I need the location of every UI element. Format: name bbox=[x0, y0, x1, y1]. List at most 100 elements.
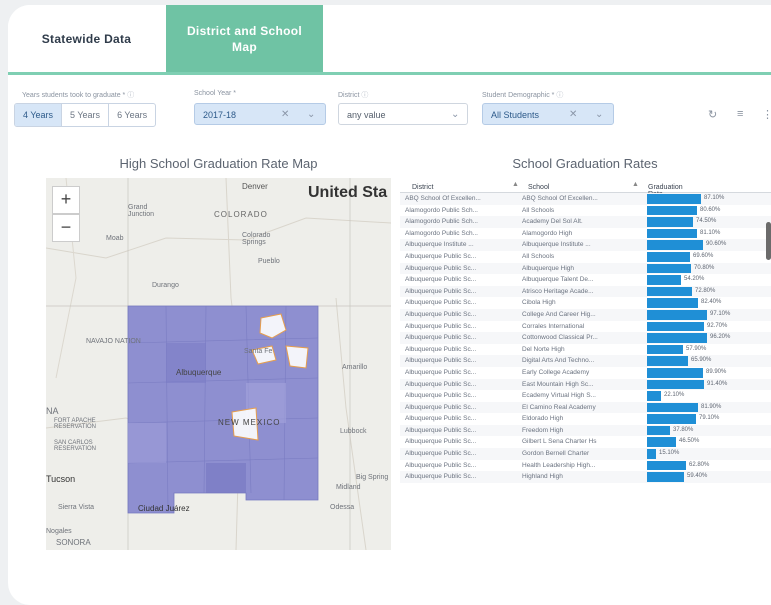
years-option-5[interactable]: 5 Years bbox=[62, 104, 110, 126]
table-row[interactable]: Albuquerque Public Sc... All Schools 69.60… bbox=[400, 251, 771, 263]
table-row[interactable]: Alamogordo Public Sch... All Schools 80.60… bbox=[400, 205, 771, 217]
map-label-tucson: Tucson bbox=[46, 474, 76, 484]
rate-label: 96.20% bbox=[710, 334, 731, 341]
table-row[interactable]: Albuquerque Public Sc... Eldorado High 79.… bbox=[400, 413, 771, 425]
rate-label: 59.40% bbox=[687, 473, 708, 480]
map-label-pueblo: Pueblo bbox=[258, 258, 280, 265]
map-label-albuquerque: Albuquerque bbox=[176, 368, 222, 377]
demographic-select[interactable]: All Students ✕ ⌄ bbox=[482, 103, 614, 125]
cell-district: Albuquerque Public Sc... bbox=[405, 473, 477, 481]
more-icon[interactable]: ⋮ bbox=[762, 108, 771, 121]
rate-label: 81.90% bbox=[701, 403, 722, 410]
tab-statewide-data[interactable]: Statewide Data bbox=[8, 5, 165, 72]
table-title: School Graduation Rates bbox=[512, 156, 658, 171]
zoom-in-button[interactable]: + bbox=[52, 186, 80, 214]
clear-icon[interactable]: ✕ bbox=[281, 104, 289, 126]
map-label-lubbock: Lubbock bbox=[340, 428, 367, 435]
years-option-6[interactable]: 6 Years bbox=[109, 104, 155, 126]
cell-district: ABQ School Of Excellen... bbox=[405, 195, 481, 202]
map-label-denver: Denver bbox=[242, 182, 268, 191]
table-row[interactable]: Albuquerque Public Sc... Del Norte High 57… bbox=[400, 344, 771, 356]
table-row[interactable]: Albuquerque Public Sc... Cottonwood Class… bbox=[400, 332, 771, 344]
table-row[interactable]: Albuquerque Public Sc... Ecademy Virtual … bbox=[400, 390, 771, 402]
rate-label: 81.10% bbox=[700, 229, 721, 236]
rate-bar bbox=[647, 251, 690, 262]
cell-school: All Schools bbox=[522, 252, 555, 260]
rate-label: 22.10% bbox=[664, 392, 685, 399]
table-row[interactable]: Albuquerque Public Sc... El Camino Real A… bbox=[400, 401, 771, 414]
scrollbar[interactable] bbox=[766, 222, 771, 260]
table-row[interactable]: Albuquerque Public Sc... Atrisco Heritage… bbox=[400, 285, 771, 298]
table-row[interactable]: Albuquerque Public Sc... Freedom High 37.8… bbox=[400, 424, 771, 437]
school-year-select[interactable]: 2017-18 ✕ ⌄ bbox=[194, 103, 326, 125]
zoom-out-button[interactable]: − bbox=[52, 214, 80, 242]
cell-school: East Mountain High Sc... bbox=[522, 380, 594, 388]
rate-label: 91.40% bbox=[707, 380, 728, 387]
rate-label: 79.10% bbox=[699, 415, 720, 422]
years-option-4[interactable]: 4 Years bbox=[15, 104, 63, 126]
cell-district: Albuquerque Public Sc... bbox=[405, 276, 477, 284]
table-header: District ▲ School ▲ Graduation Rate bbox=[400, 178, 771, 198]
cell-district: Albuquerque Public Sc... bbox=[405, 415, 477, 423]
tab-district-school-map[interactable]: District and School Map bbox=[166, 5, 323, 72]
cell-school: All Schools bbox=[522, 206, 555, 214]
map-label-big-spring: Big Spring bbox=[356, 474, 389, 481]
district-select[interactable]: any value ⌄ bbox=[338, 103, 468, 125]
cell-school: Freedom High bbox=[522, 426, 564, 434]
table-row[interactable]: Albuquerque Public Sc... Albuquerque Tale… bbox=[400, 274, 771, 286]
table-row[interactable]: Albuquerque Public Sc... Early College Ac… bbox=[400, 367, 771, 379]
cell-district: Alamogordo Public Sch... bbox=[405, 218, 478, 226]
table-row[interactable]: Alamogordo Public Sch... Alamogordo High 8… bbox=[400, 228, 771, 240]
tab-bar: Statewide Data District and School Map bbox=[8, 5, 771, 72]
table-row[interactable]: Alamogordo Public Sch... Academy Del Sol … bbox=[400, 216, 771, 228]
cell-school: Del Norte High bbox=[522, 345, 565, 353]
map-label-ciudad-juarez: Ciudad Juárez bbox=[138, 504, 190, 513]
table-row[interactable]: Albuquerque Institute ... Albuquerque Ins… bbox=[400, 239, 771, 251]
map-label-fort-apache: FORT APACHE RESERVATION bbox=[54, 418, 97, 430]
rate-label: 92.70% bbox=[707, 322, 728, 329]
sort-icon[interactable]: ▲ bbox=[632, 181, 639, 188]
rate-bar bbox=[647, 275, 681, 285]
rate-label: 46.50% bbox=[679, 438, 700, 445]
rate-bar bbox=[647, 228, 697, 239]
demographic-value: All Students bbox=[491, 110, 540, 120]
rate-label: 15.10% bbox=[659, 450, 680, 457]
clear-icon[interactable]: ✕ bbox=[569, 104, 577, 126]
cell-school: Academy Del Sol Alt. bbox=[522, 218, 583, 226]
table-row[interactable]: Albuquerque Public Sc... East Mountain Hi… bbox=[400, 378, 771, 391]
chevron-down-icon[interactable]: ⌄ bbox=[595, 104, 603, 126]
map-label-navajo: NAVAJO NATION bbox=[86, 338, 141, 345]
refresh-icon[interactable]: ↻ bbox=[708, 108, 717, 121]
rate-label: 57.90% bbox=[686, 345, 707, 352]
sort-icon[interactable]: ▲ bbox=[512, 181, 519, 188]
table-row[interactable]: Albuquerque Public Sc... Gordon Bernell C… bbox=[400, 448, 771, 460]
filter-icon[interactable]: ≡ bbox=[737, 108, 743, 120]
table-row[interactable]: Albuquerque Public Sc... Corrales Interna… bbox=[400, 321, 771, 333]
table-row[interactable]: Albuquerque Public Sc... Gilbert L Sena C… bbox=[400, 436, 771, 448]
cell-school: Albuquerque High bbox=[522, 264, 575, 272]
table-row[interactable]: Albuquerque Public Sc... Digital Arts And… bbox=[400, 355, 771, 367]
rate-bar bbox=[647, 472, 684, 482]
map-canvas[interactable]: + − Denver United Sta COLORADO Grand Jun… bbox=[46, 178, 391, 550]
table-row[interactable]: Albuquerque Public Sc... Highland High 59.… bbox=[400, 471, 771, 483]
cell-school: College And Career Hig... bbox=[522, 310, 596, 318]
cell-school: Early College Academy bbox=[522, 368, 590, 376]
chevron-down-icon[interactable]: ⌄ bbox=[307, 104, 315, 126]
rate-label: 72.80% bbox=[695, 287, 716, 294]
school-year-label: School Year * bbox=[194, 90, 237, 97]
table-row[interactable]: Albuquerque Public Sc... Cibola High 82.40… bbox=[400, 297, 771, 309]
cell-school: Digital Arts And Techno... bbox=[522, 357, 595, 365]
map-label-united-states: United Sta bbox=[308, 184, 388, 201]
chevron-down-icon[interactable]: ⌄ bbox=[451, 104, 459, 126]
table-row[interactable]: ABQ School Of Excellen... ABQ School Of E… bbox=[400, 193, 771, 205]
years-segmented-control[interactable]: 4 Years 5 Years 6 Years bbox=[14, 103, 157, 127]
table-row[interactable]: Albuquerque Public Sc... Health Leadershi… bbox=[400, 460, 771, 472]
cell-district: Albuquerque Public Sc... bbox=[405, 357, 477, 365]
table-row[interactable]: Albuquerque Public Sc... Albuquerque High… bbox=[400, 262, 771, 275]
table-row[interactable]: Albuquerque Public Sc... College And Care… bbox=[400, 308, 771, 321]
table-body: ABQ School Of Excellen... ABQ School Of E… bbox=[400, 193, 771, 483]
graduation-rates-panel: School Graduation Rates District ▲ Schoo… bbox=[400, 150, 771, 560]
rate-bar bbox=[647, 402, 698, 413]
map-label-sierra-vista: Sierra Vista bbox=[58, 504, 95, 511]
rate-label: 54.20% bbox=[684, 276, 705, 283]
